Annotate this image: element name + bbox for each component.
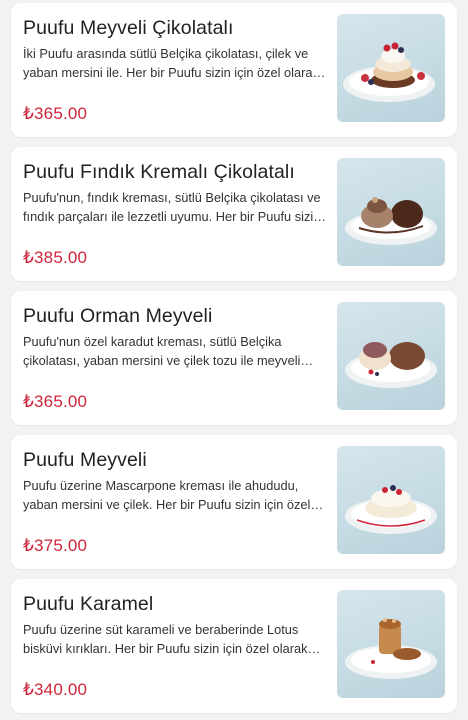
product-title: Puufu Meyveli Çikolatalı xyxy=(23,17,234,39)
product-title: Puufu Karamel xyxy=(23,593,154,615)
product-description: Puufu'nun özel karadut kreması, sütlü Be… xyxy=(23,334,301,368)
product-description: Puufu'nun, fındık kreması, sütlü Belçika… xyxy=(23,190,321,224)
product-price: ₺365.00 xyxy=(23,104,88,123)
product-title: Puufu Orman Meyveli xyxy=(23,305,213,327)
product-card[interactable]: Puufu Meyveli Çikolatalı İki Puufu arası… xyxy=(11,3,457,137)
product-description: İki Puufu arasında sütlü Belçika çikolat… xyxy=(23,46,319,80)
product-description: Puufu üzerine süt karameli ve beraberind… xyxy=(23,622,308,656)
product-info: Puufu Meyveli Çikolatalı İki Puufu arası… xyxy=(23,3,331,137)
product-info: Puufu Orman Meyveli Puufu'nun özel karad… xyxy=(23,291,331,425)
product-price: ₺375.00 xyxy=(23,536,88,555)
product-info: Puufu Meyveli Puufu üzerine Mascarpone k… xyxy=(23,435,331,569)
pancake-chocolate-berries-image[interactable] xyxy=(337,14,445,122)
pancake-forest-fruit-image[interactable] xyxy=(337,302,445,410)
product-info: Puufu Fındık Kremalı Çikolatalı Puufu'nu… xyxy=(23,147,331,281)
product-card[interactable]: Puufu Fındık Kremalı Çikolatalı Puufu'nu… xyxy=(11,147,457,281)
product-price: ₺365.00 xyxy=(23,392,88,411)
pancake-mascarpone-fruit-image[interactable] xyxy=(337,446,445,554)
product-price: ₺385.00 xyxy=(23,248,88,267)
product-card[interactable]: Puufu Meyveli Puufu üzerine Mascarpone k… xyxy=(11,435,457,569)
pancake-caramel-lotus-image[interactable] xyxy=(337,590,445,698)
product-card[interactable]: Puufu Karamel Puufu üzerine süt karameli… xyxy=(11,579,457,713)
product-title: Puufu Meyveli xyxy=(23,449,147,471)
product-card[interactable]: Puufu Orman Meyveli Puufu'nun özel karad… xyxy=(11,291,457,425)
product-title: Puufu Fındık Kremalı Çikolatalı xyxy=(23,161,295,183)
product-price: ₺340.00 xyxy=(23,680,88,699)
product-info: Puufu Karamel Puufu üzerine süt karameli… xyxy=(23,579,331,713)
pancake-hazelnut-chocolate-image[interactable] xyxy=(337,158,445,266)
product-description: Puufu üzerine Mascarpone kreması ile ahu… xyxy=(23,478,311,512)
